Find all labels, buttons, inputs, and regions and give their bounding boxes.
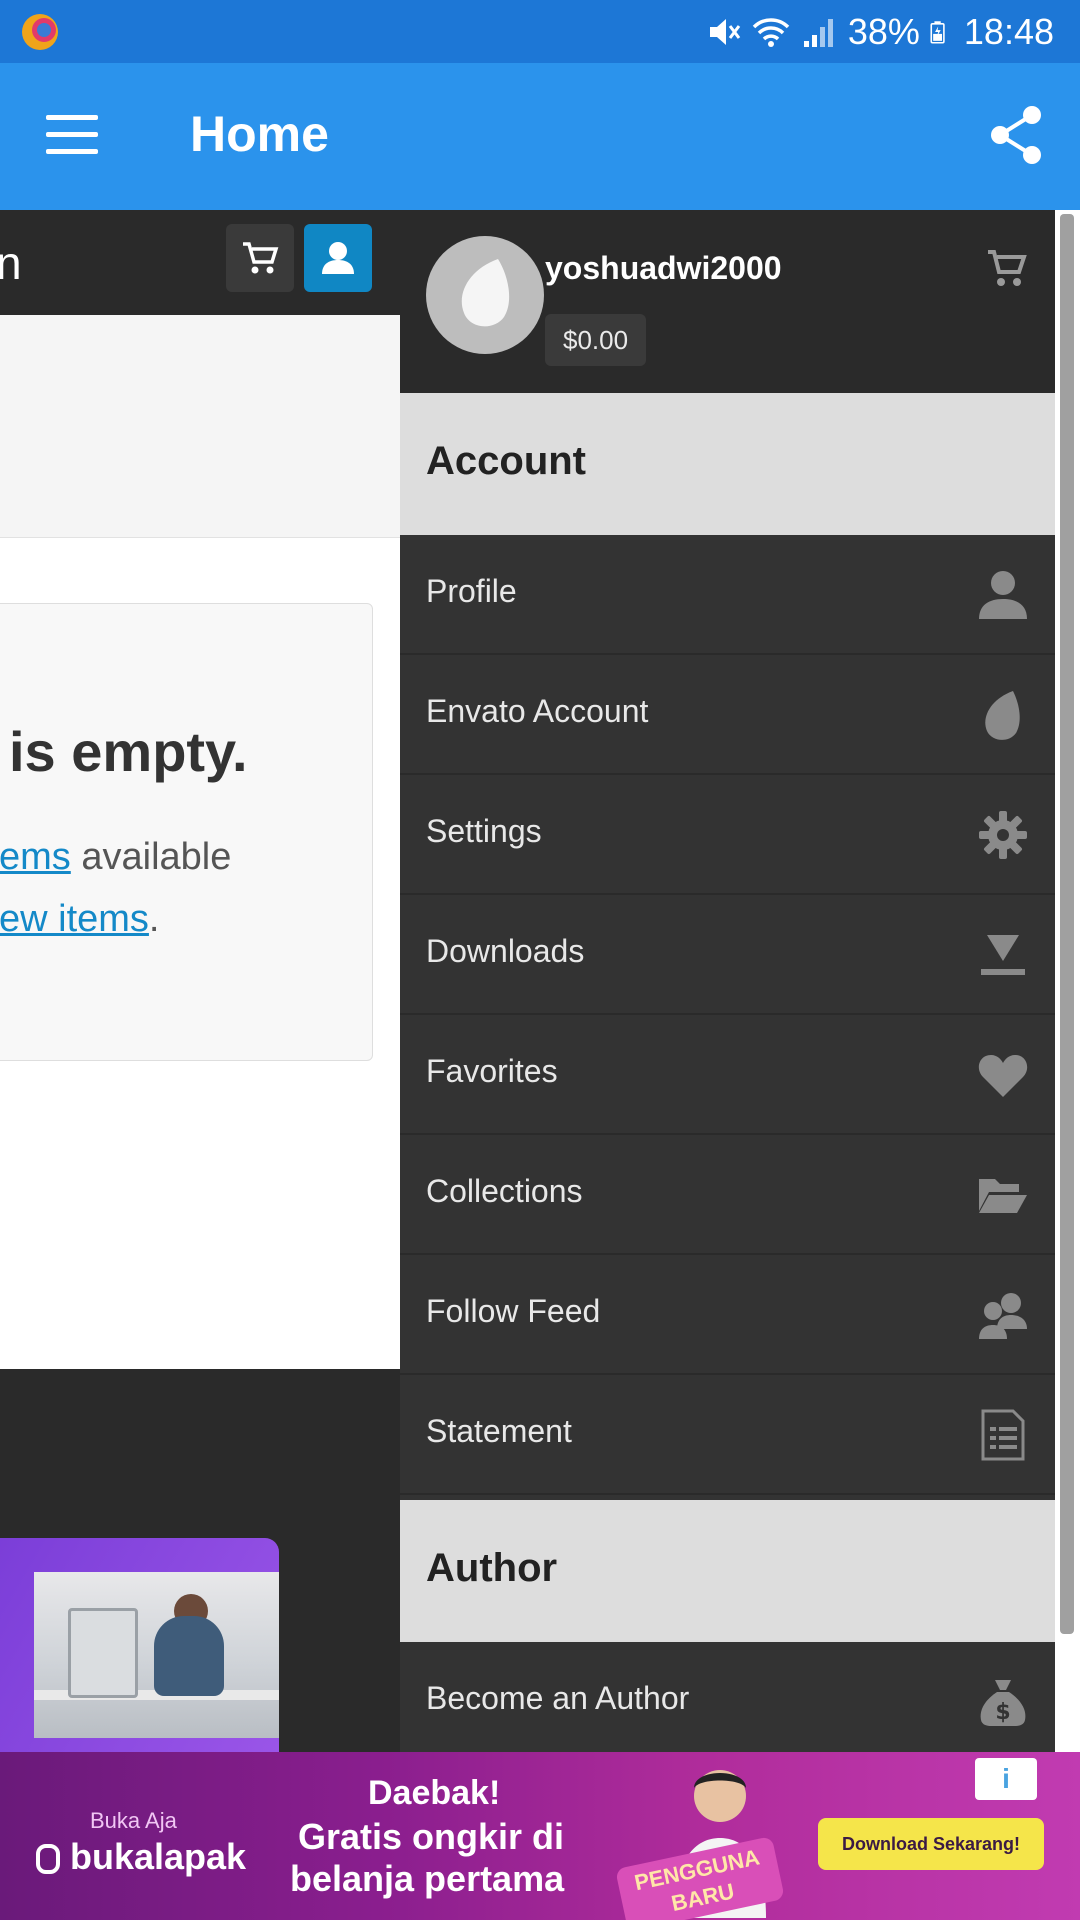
cart-icon[interactable] [985, 246, 1029, 290]
ad-brand: bukalapak [70, 1836, 247, 1877]
ad-headline-2: Gratis ongkir di [298, 1816, 565, 1857]
mute-icon [709, 18, 741, 45]
promo-banner[interactable] [0, 1538, 279, 1752]
drawer-item-label: Settings [426, 813, 542, 849]
svg-text:$: $ [995, 1700, 1010, 1725]
money-bag-icon: $ [980, 1680, 1026, 1726]
drawer-scrollbar[interactable] [1060, 214, 1074, 1634]
section-title: Account [426, 439, 586, 483]
user-button[interactable] [304, 224, 372, 292]
person-icon [979, 571, 1027, 619]
drawer-item-favorites[interactable]: Favorites [400, 1015, 1055, 1135]
ad-headline-1: Daebak! [368, 1774, 501, 1812]
empty-line-2-text: . [148, 898, 160, 940]
username: yoshuadwi2000 [545, 250, 782, 286]
new-items-link[interactable]: ew items [0, 898, 149, 940]
envato-leaf-icon [985, 691, 1020, 740]
firefox-focus-icon [22, 14, 58, 50]
menu-icon[interactable] [46, 115, 98, 155]
drawer-item-follow-feed[interactable]: Follow Feed [400, 1255, 1055, 1375]
avatar[interactable] [426, 236, 544, 354]
drawer-header: yoshuadwi2000 $0.00 [400, 210, 1055, 393]
battery-icon [930, 20, 945, 44]
balance-badge: $0.00 [545, 314, 647, 366]
document-icon [981, 1409, 1025, 1461]
users-icon [979, 1293, 1027, 1339]
drawer-item-label: Favorites [426, 1053, 558, 1089]
drawer-item-envato-account[interactable]: Envato Account [400, 655, 1055, 775]
page-title: Home [190, 106, 329, 162]
wifi-icon [752, 17, 790, 47]
cart-icon [243, 242, 279, 274]
site-title-fragment: n [0, 237, 22, 289]
empty-line-1-text: available [70, 836, 232, 878]
signal-icon [803, 18, 833, 47]
navigation-drawer: yoshuadwi2000 $0.00 Account Profile Enva… [400, 210, 1055, 1752]
drawer-item-label: Downloads [426, 933, 585, 969]
bukalapak-logo-icon [36, 1844, 60, 1874]
drawer-item-become-author[interactable]: Become an Author $ [400, 1642, 1055, 1752]
empty-line-2: ew items. [0, 898, 159, 941]
drawer-item-downloads[interactable]: Downloads [400, 895, 1055, 1015]
download-icon [981, 935, 1025, 975]
person-icon [322, 242, 354, 274]
empty-heading: is empty. [9, 720, 248, 783]
ad-headline-3: belanja pertama [290, 1858, 565, 1899]
drawer-item-label: Follow Feed [426, 1293, 601, 1329]
drawer-item-collections[interactable]: Collections [400, 1135, 1055, 1255]
ad-cta-button[interactable]: Download Sekarang! [818, 1818, 1044, 1870]
promo-photo [34, 1572, 279, 1738]
cart-button[interactable] [226, 224, 294, 292]
drawer-item-label: Collections [426, 1173, 583, 1209]
share-icon[interactable] [988, 105, 1044, 165]
section-account: Account [400, 393, 1055, 535]
section-title: Author [426, 1546, 558, 1590]
section-author: Author [400, 1500, 1055, 1642]
folder-open-icon [979, 1179, 1027, 1213]
drawer-item-label: Statement [426, 1413, 572, 1449]
envato-leaf-icon [461, 259, 510, 327]
drawer-item-statement[interactable]: Statement [400, 1375, 1055, 1495]
ad-banner[interactable]: Buka Aja bukalapak Daebak! Gratis ongkir… [0, 1752, 1080, 1920]
heart-icon [978, 1055, 1028, 1097]
ad-brand-tagline: Buka Aja [90, 1808, 177, 1833]
drawer-item-label: Become an Author [426, 1680, 690, 1716]
ad-info-icon[interactable]: i [975, 1758, 1037, 1800]
drawer-item-settings[interactable]: Settings [400, 775, 1055, 895]
drawer-item-profile[interactable]: Profile [400, 535, 1055, 655]
app-bar: Home [0, 63, 1080, 210]
items-link[interactable]: ems [0, 836, 71, 878]
battery-percent: 38% [847, 10, 920, 52]
page-header: n [0, 210, 400, 315]
empty-line-1: ems available [0, 836, 231, 879]
empty-cart-card: is empty. ems available ew items. [0, 603, 373, 1061]
page-banner [0, 315, 400, 538]
status-bar: 38% 18:48 [0, 0, 1080, 63]
drawer-item-label: Envato Account [426, 693, 649, 729]
drawer-item-label: Profile [426, 573, 517, 609]
gear-icon [979, 811, 1027, 859]
clock: 18:48 [963, 10, 1054, 52]
